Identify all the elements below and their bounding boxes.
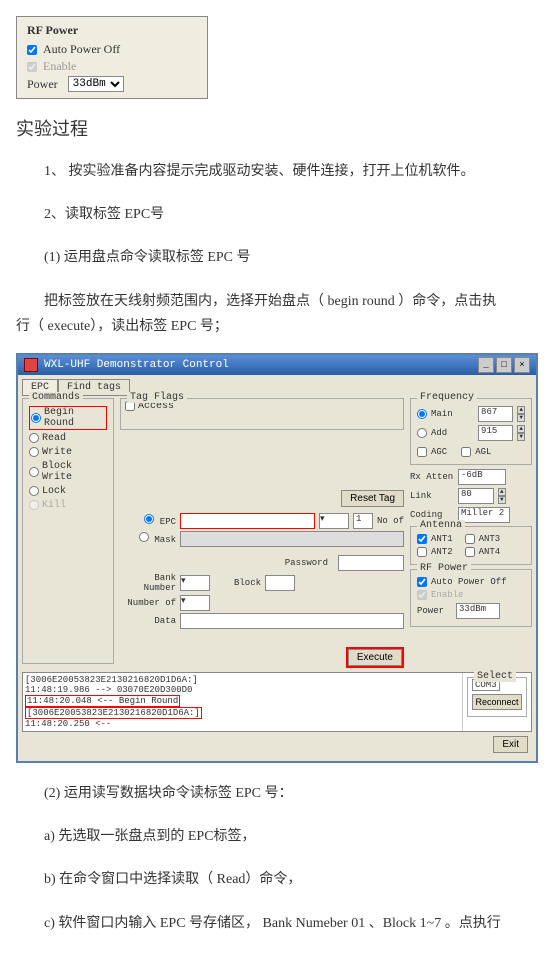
ant1-checkbox[interactable] [417, 534, 427, 544]
tag-flags-group: Tag Flags Access [120, 398, 404, 430]
log-line: 11:48:20.250 <-- [25, 719, 460, 729]
ant3-checkbox[interactable] [465, 534, 475, 544]
noof-field[interactable]: 1 [353, 513, 373, 529]
win-enable-checkbox [417, 590, 427, 600]
step-2b-line1: 把标签放在天线射频范围内，选择开始盘点（ begin round ）命令，点击执 [44, 289, 538, 314]
win-power-select[interactable]: 33dBm [456, 603, 500, 619]
step-1: 1、 按实验准备内容提示完成驱动安装、硬件连接，打开上位机软件。 [44, 159, 538, 184]
cmd-read[interactable]: Read [29, 433, 107, 444]
step-2b-line2: 行（ execute），读出标签 EPC 号； [16, 314, 538, 339]
antenna-group: Antenna ANT1ANT3 ANT2ANT4 [410, 526, 532, 565]
numberof-select[interactable]: ▾ [180, 595, 210, 611]
agl-checkbox[interactable] [461, 447, 471, 457]
power-label: Power [27, 77, 58, 92]
app-icon [24, 358, 38, 372]
exit-button[interactable]: Exit [493, 736, 528, 753]
link-field[interactable]: 80 [458, 488, 494, 504]
agc-checkbox[interactable] [417, 447, 427, 457]
maximize-icon[interactable]: □ [496, 357, 512, 373]
step-3a: a) 先选取一张盘点到的 EPC标签， [44, 824, 538, 849]
reconnect-button[interactable]: Reconnect [472, 694, 522, 710]
coding-select[interactable]: Miller 2 [458, 507, 510, 523]
select-group: Select COM3 Reconnect [467, 677, 527, 717]
freq-main-field[interactable]: 867 [478, 406, 513, 422]
log-line-highlight: 11:48:20.048 <-- Begin Round [25, 695, 180, 707]
log-output: [3006E20053823E2130216820D1D6A:] 11:48:1… [22, 672, 532, 732]
log-line: 11:48:19.986 --> 03070E20D300D0 [25, 685, 460, 695]
power-select[interactable]: 33dBm [68, 76, 124, 92]
mask-radio[interactable] [139, 532, 149, 542]
frequency-group: Frequency Main867▲▼ Add915▲▼ AGCAGL [410, 398, 532, 465]
data-field[interactable] [180, 613, 404, 629]
rf-power-title: RF Power [27, 23, 197, 38]
cmd-write[interactable]: Write [29, 447, 107, 458]
log-line-highlight: [3006E20053823E2130216820D1D6A:] [25, 707, 202, 719]
step-2a: (1) 运用盘点命令读取标签 EPC 号 [44, 245, 538, 270]
enable-input [27, 62, 37, 72]
auto-power-off-input[interactable] [27, 45, 37, 55]
ant2-checkbox[interactable] [417, 547, 427, 557]
epc-field[interactable] [180, 513, 315, 529]
log-line: [3006E20053823E2130216820D1D6A:] [25, 675, 460, 685]
close-icon[interactable]: × [514, 357, 530, 373]
win-auto-power-checkbox[interactable] [417, 577, 427, 587]
rf-power-group: RF Power Auto Power Off Enable Power33dB… [410, 569, 532, 627]
cmd-kill[interactable]: Kill [29, 500, 107, 511]
cmd-block-write[interactable]: Block Write [29, 461, 107, 483]
rf-power-panel: RF Power Auto Power Off Enable Power 33d… [16, 16, 208, 99]
ant4-checkbox[interactable] [465, 547, 475, 557]
freq-main-radio[interactable] [417, 409, 427, 419]
mask-field [180, 531, 404, 547]
epc-select[interactable]: ▾ [319, 513, 349, 529]
window-titlebar: WXL-UHF Demonstrator Control _ □ × [18, 355, 536, 375]
commands-group: Commands Begin Round Read Write Block Wr… [22, 398, 114, 664]
minimize-icon[interactable]: _ [478, 357, 494, 373]
rxatten-select[interactable]: -6dB [458, 469, 506, 485]
step-2: 2、读取标签 EPC号 [44, 202, 538, 227]
step-3c: c) 软件窗口内输入 EPC 号存储区， Bank Numeber 01 、Bl… [44, 911, 538, 936]
reset-tag-button[interactable]: Reset Tag [341, 490, 404, 507]
epc-radio[interactable] [144, 514, 154, 524]
bank-number-select[interactable]: ▾ [180, 575, 210, 591]
freq-add-radio[interactable] [417, 428, 427, 438]
enable-checkbox: Enable [27, 59, 197, 74]
auto-power-off-checkbox[interactable]: Auto Power Off [27, 42, 197, 57]
block-field[interactable] [265, 575, 295, 591]
cmd-begin-round[interactable]: Begin Round [29, 406, 107, 430]
cmd-lock[interactable]: Lock [29, 486, 107, 497]
window-title: WXL-UHF Demonstrator Control [44, 359, 229, 371]
step-3: (2) 运用读写数据块命令读标签 EPC 号： [44, 781, 538, 806]
execute-button[interactable]: Execute [348, 649, 402, 666]
demonstrator-window: WXL-UHF Demonstrator Control _ □ × EPC F… [16, 353, 538, 763]
freq-add-field[interactable]: 915 [478, 425, 513, 441]
section-heading: 实验过程 [16, 115, 538, 141]
password-field[interactable] [338, 555, 404, 571]
